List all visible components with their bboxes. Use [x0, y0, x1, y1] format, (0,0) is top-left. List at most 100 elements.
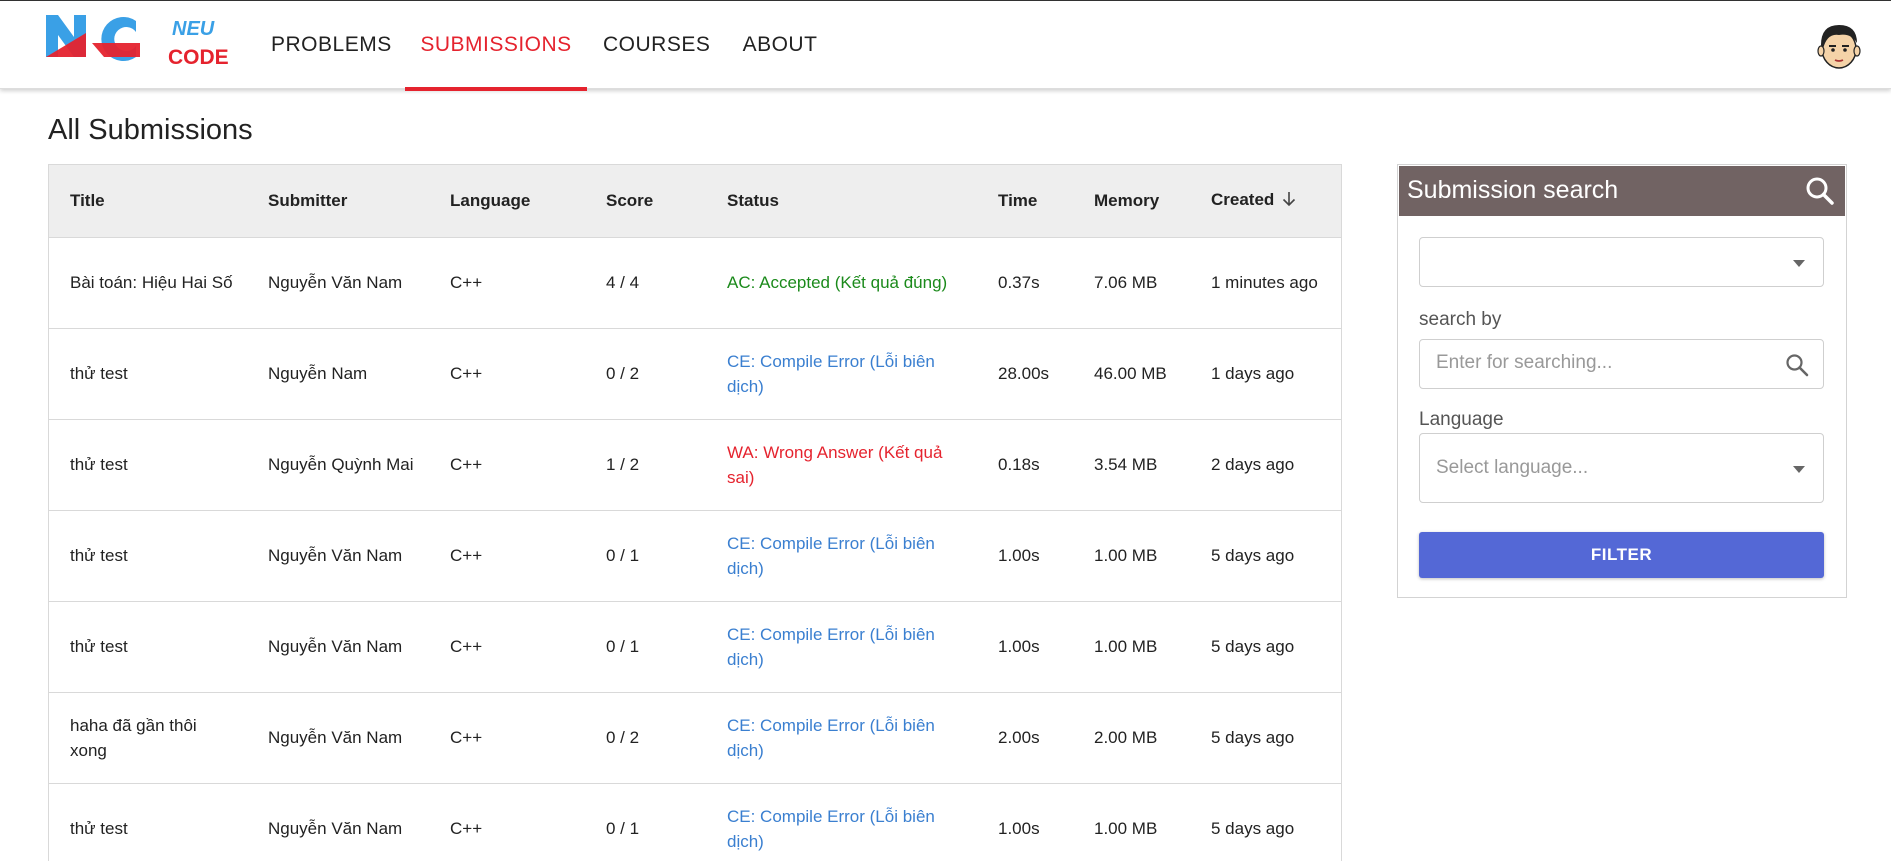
filter-button[interactable]: FILTER — [1419, 532, 1824, 578]
cell-time: 0.37s — [998, 273, 1040, 292]
cell-created: 5 days ago — [1211, 637, 1295, 656]
cell-memory: 7.06 MB — [1094, 273, 1158, 292]
cell-language: C++ — [450, 819, 483, 839]
header-score[interactable]: Score — [585, 165, 706, 237]
cell-submitter[interactable]: Nguyễn Văn Nam — [247, 601, 429, 692]
cell-submitter[interactable]: Nguyễn Văn Nam — [247, 692, 429, 783]
arrow-down-icon[interactable] — [1282, 191, 1296, 212]
search-icon[interactable] — [1785, 353, 1809, 377]
cell-submitter[interactable]: Nguyễn Văn Nam — [247, 510, 429, 601]
table-row[interactable]: thử test Nguyễn Nam C++ 0 / 2 CE: Compile Er… — [49, 328, 1341, 419]
cell-score: 4 / 4 — [606, 273, 640, 292]
cell-memory: 1.00 MB — [1094, 637, 1158, 656]
cell-created: 5 days ago — [1211, 546, 1295, 565]
cell-time: 0.18s — [998, 455, 1040, 474]
cell-time: 28.00s — [998, 364, 1050, 383]
cell-created: 2 days ago — [1211, 455, 1295, 474]
header-title[interactable]: Title — [49, 165, 247, 237]
search-input-wrap — [1419, 339, 1824, 389]
nav-courses[interactable]: COURSES — [603, 1, 710, 89]
language-select[interactable]: Select language... — [1419, 433, 1824, 503]
navbar: NEU CODE PROBLEMS SUBMISSIONS COURSES AB… — [0, 1, 1891, 91]
cell-language: C++ — [450, 637, 483, 656]
cell-title[interactable]: thử test — [49, 510, 247, 601]
cell-memory: 1.00 MB — [1094, 546, 1158, 565]
cell-title[interactable]: thử test — [49, 328, 247, 419]
table-row[interactable]: thử test Nguyễn Quỳnh Mai C++ 1 / 2 WA: Wron… — [49, 419, 1341, 510]
cell-created: 5 days ago — [1211, 819, 1295, 839]
chevron-down-icon — [1793, 260, 1805, 267]
cell-title[interactable]: thử test — [49, 601, 247, 692]
header-status[interactable]: Status — [706, 165, 977, 237]
page-title: All Submissions — [48, 114, 253, 146]
submissions-table: Title Submitter Language Score Status Ti… — [48, 164, 1342, 861]
nav-about[interactable]: ABOUT — [741, 1, 819, 89]
cell-language: C++ — [450, 728, 483, 747]
language-select-placeholder: Select language... — [1436, 457, 1589, 478]
search-icon[interactable] — [1805, 176, 1835, 206]
nav-submissions[interactable]: SUBMISSIONS — [405, 1, 587, 91]
cell-title[interactable]: thử test — [49, 783, 247, 861]
cell-score: 1 / 2 — [606, 455, 640, 474]
cell-memory: 1.00 MB — [1094, 819, 1158, 839]
table-header-row: Title Submitter Language Score Status Ti… — [49, 165, 1341, 237]
header-submitter[interactable]: Submitter — [247, 165, 429, 237]
nav-problems[interactable]: PROBLEMS — [271, 1, 391, 89]
cell-score: 0 / 1 — [606, 546, 640, 565]
submission-search-panel: Submission search search by Language Sel… — [1397, 164, 1847, 598]
cell-submitter[interactable]: Nguyễn Nam — [247, 328, 429, 419]
cell-score: 0 / 1 — [606, 819, 640, 839]
language-label: Language — [1419, 409, 1504, 430]
cell-status[interactable]: WA: Wrong Answer (Kết quả sai) — [706, 419, 977, 510]
cell-language: C++ — [450, 546, 483, 565]
cell-score: 0 / 2 — [606, 728, 640, 747]
header-created[interactable]: Created — [1190, 165, 1341, 237]
cell-time: 2.00s — [998, 728, 1040, 747]
cell-memory: 2.00 MB — [1094, 728, 1158, 747]
cell-language: C++ — [450, 364, 483, 383]
table-row[interactable]: thử test Nguyễn Văn Nam C++ 0 / 1 CE: Compil… — [49, 601, 1341, 692]
neucode-logo[interactable]: NEU CODE — [44, 13, 234, 73]
cell-submitter[interactable]: Nguyễn Văn Nam — [247, 783, 429, 861]
panel-header: Submission search — [1399, 166, 1845, 216]
cell-language: C++ — [450, 273, 483, 292]
cell-time: 1.00s — [998, 546, 1040, 565]
cell-submitter[interactable]: Nguyễn Văn Nam — [247, 237, 429, 328]
cell-created: 5 days ago — [1211, 728, 1295, 747]
search-input[interactable] — [1436, 352, 1776, 374]
cell-status[interactable]: CE: Compile Error (Lỗi biên dịch) — [706, 601, 977, 692]
problem-select[interactable] — [1419, 237, 1824, 287]
user-avatar[interactable] — [1815, 19, 1863, 71]
header-memory[interactable]: Memory — [1073, 165, 1190, 237]
cell-status[interactable]: CE: Compile Error (Lỗi biên dịch) — [706, 328, 977, 419]
header-time[interactable]: Time — [977, 165, 1073, 237]
header-created-label: Created — [1211, 189, 1275, 209]
cell-created: 1 days ago — [1211, 364, 1295, 383]
search-by-label: search by — [1419, 309, 1502, 330]
cell-status[interactable]: CE: Compile Error (Lỗi biên dịch) — [706, 783, 977, 861]
cell-score: 0 / 1 — [606, 637, 640, 656]
cell-memory: 46.00 MB — [1094, 364, 1167, 383]
cell-status[interactable]: AC: Accepted (Kết quả đúng) — [706, 237, 977, 328]
cell-score: 0 / 2 — [606, 364, 640, 383]
cell-submitter[interactable]: Nguyễn Quỳnh Mai — [247, 419, 429, 510]
cell-time: 1.00s — [998, 819, 1040, 839]
cell-status[interactable]: CE: Compile Error (Lỗi biên dịch) — [706, 692, 977, 783]
cell-language: C++ — [450, 455, 483, 474]
table-row[interactable]: thử test Nguyễn Văn Nam C++ 0 / 1 CE: Compil… — [49, 510, 1341, 601]
header-language[interactable]: Language — [429, 165, 585, 237]
table-row[interactable]: haha đã gần thôi xong Nguyễn Văn Nam C++ 0 … — [49, 692, 1341, 783]
cell-created: 1 minutes ago — [1211, 273, 1318, 292]
svg-text:NEU: NEU — [172, 18, 215, 40]
cell-time: 1.00s — [998, 637, 1040, 656]
cell-title[interactable]: haha đã gần thôi xong — [49, 692, 247, 783]
svg-text:CODE: CODE — [168, 46, 229, 69]
table-row[interactable]: thử test Nguyễn Văn Nam C++ 0 / 1 CE: Compil… — [49, 783, 1341, 861]
chevron-down-icon — [1793, 466, 1805, 473]
cell-title[interactable]: Bài toán: Hiệu Hai Số — [49, 237, 247, 328]
cell-memory: 3.54 MB — [1094, 455, 1158, 474]
table-row[interactable]: Bài toán: Hiệu Hai Số Nguyễn Văn Nam C++ 4 … — [49, 237, 1341, 328]
cell-title[interactable]: thử test — [49, 419, 247, 510]
panel-title: Submission search — [1407, 176, 1619, 204]
cell-status[interactable]: CE: Compile Error (Lỗi biên dịch) — [706, 510, 977, 601]
